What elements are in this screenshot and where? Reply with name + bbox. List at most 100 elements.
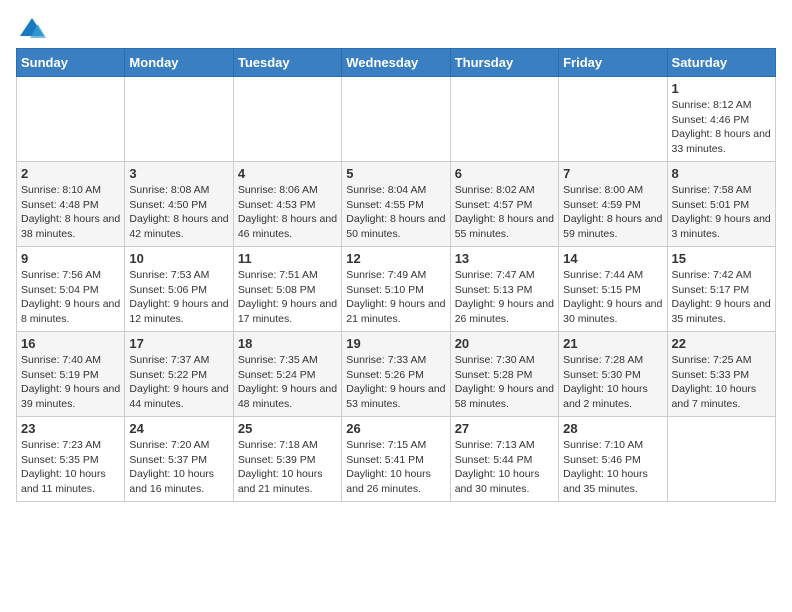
calendar-cell: 14 Sunrise: 7:44 AM Sunset: 5:15 PM Dayli…: [559, 247, 667, 332]
calendar-cell: [125, 77, 233, 162]
day-number: 28: [563, 421, 662, 436]
day-info: Sunrise: 7:37 AM Sunset: 5:22 PM Dayligh…: [129, 353, 228, 412]
day-info: Sunrise: 7:40 AM Sunset: 5:19 PM Dayligh…: [21, 353, 120, 412]
day-info: Sunrise: 7:18 AM Sunset: 5:39 PM Dayligh…: [238, 438, 337, 497]
day-number: 4: [238, 166, 337, 181]
weekday-header-sunday: Sunday: [17, 49, 125, 77]
calendar-week-3: 9 Sunrise: 7:56 AM Sunset: 5:04 PM Daylig…: [17, 247, 776, 332]
calendar-cell: [559, 77, 667, 162]
calendar-cell: 17 Sunrise: 7:37 AM Sunset: 5:22 PM Dayli…: [125, 332, 233, 417]
day-info: Sunrise: 7:25 AM Sunset: 5:33 PM Dayligh…: [672, 353, 771, 412]
day-number: 19: [346, 336, 445, 351]
day-number: 12: [346, 251, 445, 266]
day-number: 13: [455, 251, 554, 266]
calendar-cell: 8 Sunrise: 7:58 AM Sunset: 5:01 PM Daylig…: [667, 162, 775, 247]
calendar-cell: 18 Sunrise: 7:35 AM Sunset: 5:24 PM Dayli…: [233, 332, 341, 417]
calendar-cell: 2 Sunrise: 8:10 AM Sunset: 4:48 PM Daylig…: [17, 162, 125, 247]
day-info: Sunrise: 8:10 AM Sunset: 4:48 PM Dayligh…: [21, 183, 120, 242]
day-number: 26: [346, 421, 445, 436]
calendar-cell: 20 Sunrise: 7:30 AM Sunset: 5:28 PM Dayli…: [450, 332, 558, 417]
day-number: 7: [563, 166, 662, 181]
weekday-header-tuesday: Tuesday: [233, 49, 341, 77]
day-number: 21: [563, 336, 662, 351]
day-info: Sunrise: 7:10 AM Sunset: 5:46 PM Dayligh…: [563, 438, 662, 497]
day-number: 6: [455, 166, 554, 181]
day-number: 10: [129, 251, 228, 266]
weekday-header-thursday: Thursday: [450, 49, 558, 77]
calendar-cell: [342, 77, 450, 162]
calendar-cell: 9 Sunrise: 7:56 AM Sunset: 5:04 PM Daylig…: [17, 247, 125, 332]
day-info: Sunrise: 7:58 AM Sunset: 5:01 PM Dayligh…: [672, 183, 771, 242]
day-number: 9: [21, 251, 120, 266]
day-info: Sunrise: 7:13 AM Sunset: 5:44 PM Dayligh…: [455, 438, 554, 497]
calendar-table: SundayMondayTuesdayWednesdayThursdayFrid…: [16, 48, 776, 502]
calendar-cell: [667, 417, 775, 502]
day-number: 14: [563, 251, 662, 266]
calendar-cell: 13Sunrise: 7:47 AM Sunset: 5:13 PM Dayli…: [450, 247, 558, 332]
day-number: 11: [238, 251, 337, 266]
calendar-cell: 24 Sunrise: 7:20 AM Sunset: 5:37 PM Dayli…: [125, 417, 233, 502]
calendar-cell: 1 Sunrise: 8:12 AM Sunset: 4:46 PM Daylig…: [667, 77, 775, 162]
calendar-cell: 23 Sunrise: 7:23 AM Sunset: 5:35 PM Dayli…: [17, 417, 125, 502]
calendar-cell: 21 Sunrise: 7:28 AM Sunset: 5:30 PM Dayli…: [559, 332, 667, 417]
day-info: Sunrise: 7:33 AM Sunset: 5:26 PM Dayligh…: [346, 353, 445, 412]
day-info: Sunrise: 7:53 AM Sunset: 5:06 PM Dayligh…: [129, 268, 228, 327]
calendar-cell: 11 Sunrise: 7:51 AM Sunset: 5:08 PM Dayli…: [233, 247, 341, 332]
day-number: 24: [129, 421, 228, 436]
calendar-cell: 25 Sunrise: 7:18 AM Sunset: 5:39 PM Dayli…: [233, 417, 341, 502]
day-number: 8: [672, 166, 771, 181]
day-info: Sunrise: 8:02 AM Sunset: 4:57 PM Dayligh…: [455, 183, 554, 242]
day-info: Sunrise: 8:08 AM Sunset: 4:50 PM Dayligh…: [129, 183, 228, 242]
logo-icon: [18, 16, 46, 44]
calendar-cell: 7Sunrise: 8:00 AM Sunset: 4:59 PM Daylig…: [559, 162, 667, 247]
day-info: Sunrise: 7:20 AM Sunset: 5:37 PM Dayligh…: [129, 438, 228, 497]
calendar-cell: 6 Sunrise: 8:02 AM Sunset: 4:57 PM Daylig…: [450, 162, 558, 247]
calendar-week-1: 1 Sunrise: 8:12 AM Sunset: 4:46 PM Daylig…: [17, 77, 776, 162]
day-number: 23: [21, 421, 120, 436]
day-info: Sunrise: 7:44 AM Sunset: 5:15 PM Dayligh…: [563, 268, 662, 327]
day-number: 25: [238, 421, 337, 436]
calendar-cell: 15 Sunrise: 7:42 AM Sunset: 5:17 PM Dayli…: [667, 247, 775, 332]
weekday-header-monday: Monday: [125, 49, 233, 77]
day-info: Sunrise: 7:23 AM Sunset: 5:35 PM Dayligh…: [21, 438, 120, 497]
day-info: Sunrise: 7:51 AM Sunset: 5:08 PM Dayligh…: [238, 268, 337, 327]
calendar-cell: 19 Sunrise: 7:33 AM Sunset: 5:26 PM Dayli…: [342, 332, 450, 417]
day-number: 16: [21, 336, 120, 351]
day-number: 17: [129, 336, 228, 351]
calendar-cell: 16 Sunrise: 7:40 AM Sunset: 5:19 PM Dayli…: [17, 332, 125, 417]
day-number: 15: [672, 251, 771, 266]
day-info: Sunrise: 7:49 AM Sunset: 5:10 PM Dayligh…: [346, 268, 445, 327]
day-info: Sunrise: 7:35 AM Sunset: 5:24 PM Dayligh…: [238, 353, 337, 412]
day-info: Sunrise: 8:12 AM Sunset: 4:46 PM Dayligh…: [672, 98, 771, 157]
weekday-header-friday: Friday: [559, 49, 667, 77]
weekday-header-wednesday: Wednesday: [342, 49, 450, 77]
calendar-week-5: 23 Sunrise: 7:23 AM Sunset: 5:35 PM Dayli…: [17, 417, 776, 502]
calendar-cell: 26Sunrise: 7:15 AM Sunset: 5:41 PM Dayli…: [342, 417, 450, 502]
calendar-cell: 27Sunrise: 7:13 AM Sunset: 5:44 PM Dayli…: [450, 417, 558, 502]
day-info: Sunrise: 7:28 AM Sunset: 5:30 PM Dayligh…: [563, 353, 662, 412]
day-info: Sunrise: 8:06 AM Sunset: 4:53 PM Dayligh…: [238, 183, 337, 242]
logo: [16, 16, 46, 38]
calendar-cell: [450, 77, 558, 162]
page-header: [16, 16, 776, 38]
calendar-cell: [233, 77, 341, 162]
day-number: 5: [346, 166, 445, 181]
day-info: Sunrise: 7:56 AM Sunset: 5:04 PM Dayligh…: [21, 268, 120, 327]
calendar-week-4: 16 Sunrise: 7:40 AM Sunset: 5:19 PM Dayli…: [17, 332, 776, 417]
calendar-week-2: 2 Sunrise: 8:10 AM Sunset: 4:48 PM Daylig…: [17, 162, 776, 247]
day-number: 3: [129, 166, 228, 181]
calendar-cell: 3 Sunrise: 8:08 AM Sunset: 4:50 PM Daylig…: [125, 162, 233, 247]
day-number: 1: [672, 81, 771, 96]
day-info: Sunrise: 8:04 AM Sunset: 4:55 PM Dayligh…: [346, 183, 445, 242]
day-number: 20: [455, 336, 554, 351]
day-number: 2: [21, 166, 120, 181]
day-number: 18: [238, 336, 337, 351]
day-info: Sunrise: 7:30 AM Sunset: 5:28 PM Dayligh…: [455, 353, 554, 412]
day-info: Sunrise: 7:42 AM Sunset: 5:17 PM Dayligh…: [672, 268, 771, 327]
calendar-cell: 22 Sunrise: 7:25 AM Sunset: 5:33 PM Dayli…: [667, 332, 775, 417]
calendar-cell: [17, 77, 125, 162]
day-number: 22: [672, 336, 771, 351]
calendar-cell: 10 Sunrise: 7:53 AM Sunset: 5:06 PM Dayli…: [125, 247, 233, 332]
calendar-cell: 12 Sunrise: 7:49 AM Sunset: 5:10 PM Dayli…: [342, 247, 450, 332]
calendar-cell: 5 Sunrise: 8:04 AM Sunset: 4:55 PM Daylig…: [342, 162, 450, 247]
